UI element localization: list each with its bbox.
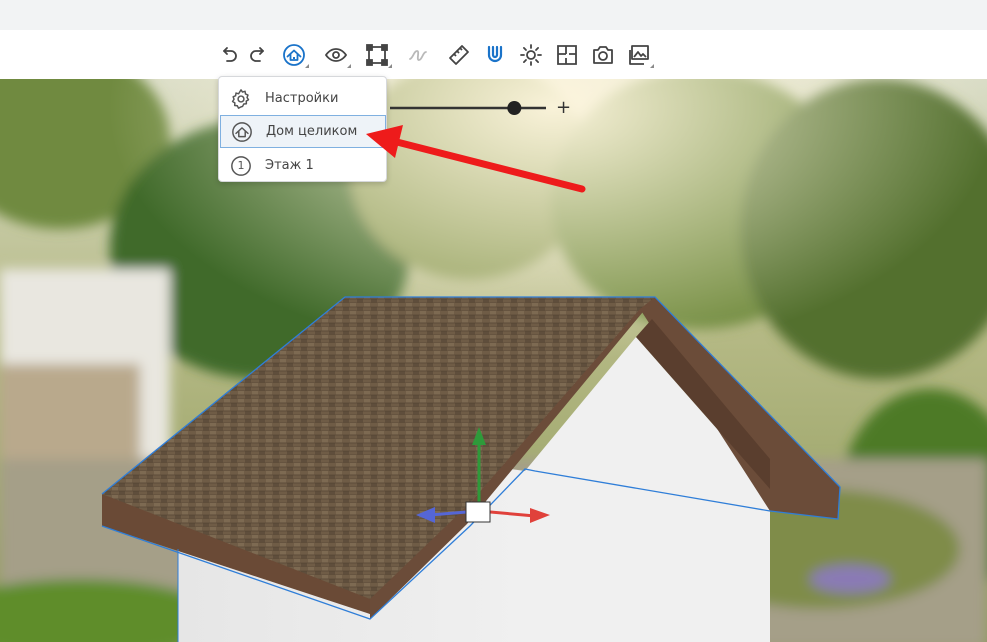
scene-render bbox=[0, 79, 987, 642]
sun-icon bbox=[520, 44, 542, 66]
gear-icon bbox=[229, 87, 253, 111]
redo-button[interactable] bbox=[243, 39, 275, 71]
curve-icon bbox=[409, 50, 427, 61]
menu-item-floor-1[interactable]: 1 Этаж 1 bbox=[220, 149, 386, 182]
gallery-icon bbox=[629, 45, 649, 65]
select-frame-button[interactable] bbox=[361, 39, 393, 71]
menu-item-settings[interactable]: Настройки bbox=[220, 82, 386, 115]
gallery-button[interactable] bbox=[623, 39, 655, 71]
slider-knob[interactable] bbox=[507, 101, 522, 115]
undo-icon bbox=[223, 47, 237, 62]
menu-item-whole-house[interactable]: Дом целиком bbox=[220, 115, 386, 148]
slider-track-svg bbox=[390, 101, 546, 115]
dropdown-corner bbox=[388, 64, 392, 68]
floor-plan-button[interactable] bbox=[551, 39, 583, 71]
menu-item-label: Настройки bbox=[265, 91, 339, 106]
eye-icon bbox=[324, 48, 348, 62]
camera-button[interactable] bbox=[587, 39, 619, 71]
dropdown-corner bbox=[305, 64, 309, 68]
house-view-icon bbox=[230, 120, 254, 144]
undo-button[interactable] bbox=[212, 39, 244, 71]
redo-icon bbox=[250, 47, 264, 62]
ruler-icon bbox=[449, 45, 469, 65]
camera-icon bbox=[593, 46, 613, 64]
floor-number-icon: 1 bbox=[229, 154, 253, 178]
3d-viewport[interactable] bbox=[0, 79, 987, 642]
view-dropdown-menu: Настройки Дом целиком 1 Этаж 1 bbox=[218, 76, 387, 182]
curve-tool-button bbox=[402, 39, 434, 71]
zoom-slider[interactable]: + bbox=[388, 96, 578, 120]
floor-number-badge: 1 bbox=[237, 158, 245, 172]
dropdown-corner bbox=[347, 64, 351, 68]
visibility-button[interactable] bbox=[320, 39, 352, 71]
ruler-button[interactable] bbox=[443, 39, 475, 71]
menu-item-label: Этаж 1 bbox=[265, 158, 314, 173]
magnet-button[interactable] bbox=[479, 39, 511, 71]
floor-plan-icon bbox=[557, 45, 577, 65]
menu-item-label: Дом целиком bbox=[266, 124, 358, 139]
lighting-button[interactable] bbox=[515, 39, 547, 71]
magnet-icon bbox=[487, 45, 503, 63]
frame-select-icon bbox=[366, 44, 388, 66]
zoom-in-button[interactable]: + bbox=[556, 96, 571, 120]
dropdown-corner bbox=[650, 64, 654, 68]
view-mode-button[interactable] bbox=[278, 39, 310, 71]
toolbar bbox=[0, 30, 987, 79]
house-view-icon bbox=[283, 44, 305, 66]
top-strip bbox=[0, 0, 987, 30]
